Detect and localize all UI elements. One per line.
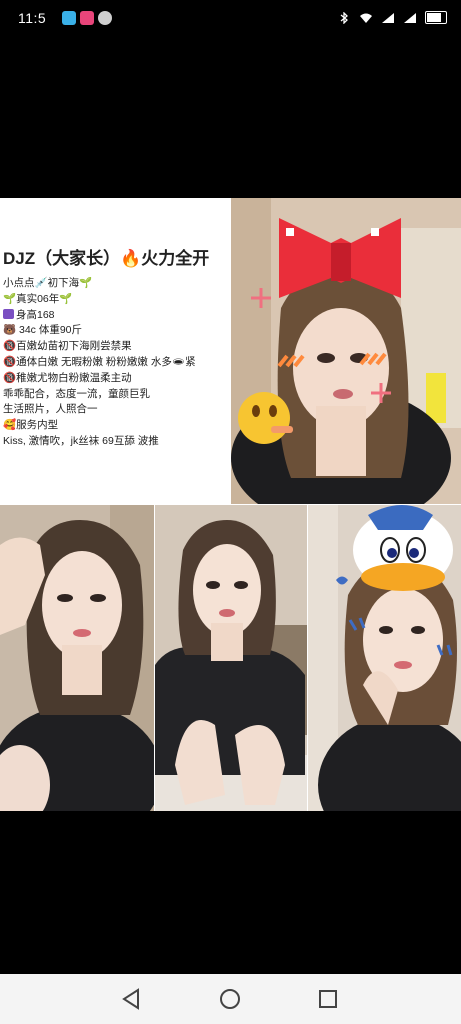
chat-app-icon bbox=[98, 11, 112, 25]
status-right-icons bbox=[337, 11, 447, 24]
battery-icon bbox=[425, 11, 447, 24]
video-app-icon bbox=[80, 11, 94, 25]
description-line: 身高168 bbox=[3, 308, 231, 324]
photo-sitting[interactable] bbox=[155, 505, 307, 811]
reader-app-icon bbox=[62, 11, 76, 25]
description-line: 🐻 34c 体重90斤 bbox=[3, 324, 83, 337]
post-title: DJZ（大家长）🔥火力全开 bbox=[3, 249, 210, 268]
description-line: 小点点💉初下海🌱 bbox=[3, 277, 93, 289]
cross-emoji-icon bbox=[3, 308, 14, 319]
photo-duck-sticker[interactable] bbox=[308, 505, 461, 811]
description-line: 🔞通体白嫩 无暇粉嫩 粉粉嫩嫩 水多🕳紧 bbox=[3, 355, 196, 368]
signal-icon bbox=[382, 12, 394, 23]
description-line: 🌱真实06年🌱 bbox=[3, 292, 73, 305]
post-text-panel: DJZ（大家长）🔥火力全开 小点点💉初下海🌱 🌱真实06年🌱 身高168 🐻 3… bbox=[0, 198, 231, 504]
system-navigation-bar bbox=[0, 974, 461, 1024]
status-time: 11:5 bbox=[18, 10, 47, 26]
description-line: 🔞稚嫩尤物白粉嫩温柔主动 bbox=[3, 371, 132, 384]
post-image-collage[interactable]: DJZ（大家长）🔥火力全开 小点点💉初下海🌱 🌱真实06年🌱 身高168 🐻 3… bbox=[0, 198, 461, 811]
description-line: 乖乖配合，态度一流，童颜巨乳 bbox=[3, 387, 150, 400]
status-app-icons bbox=[62, 11, 112, 25]
description-line: Kiss, 激情吹，jk丝袜 69互舔 波推 bbox=[3, 434, 159, 447]
photo-hand-on-head[interactable] bbox=[0, 505, 154, 811]
signal-icon bbox=[404, 12, 416, 23]
description-line: 🥰服务内型 bbox=[3, 419, 59, 432]
photo-bow-sticker[interactable] bbox=[231, 198, 461, 504]
recents-button[interactable] bbox=[313, 984, 343, 1014]
status-bar: 11:5 bbox=[0, 0, 461, 36]
back-button[interactable] bbox=[117, 984, 147, 1014]
description-line: 🔞百嫩幼苗初下海刚尝禁果 bbox=[3, 340, 132, 353]
bluetooth-icon bbox=[340, 11, 348, 24]
post-description: 小点点💉初下海🌱 🌱真实06年🌱 身高168 🐻 34c 体重90斤 🔞百嫩幼苗… bbox=[3, 276, 231, 450]
home-button[interactable] bbox=[215, 984, 245, 1014]
description-line: 生活照片，人照合一 bbox=[3, 403, 98, 416]
wifi-icon bbox=[360, 13, 372, 23]
